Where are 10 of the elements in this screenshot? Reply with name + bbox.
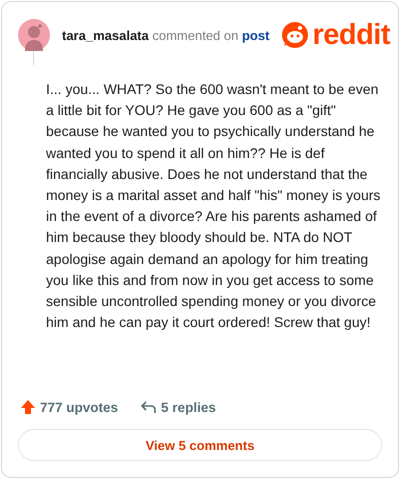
reddit-logo: reddit [312,20,390,50]
reddit-mascot-icon [281,21,310,49]
upvote-icon[interactable] [20,399,36,415]
upvote-count: 777 upvotes [40,400,118,414]
avatar-icon [18,19,50,51]
comment-text: I... you... WHAT? So the 600 wasn't meant to be even a little bit for YOU? He gave you 600 as a "gift" because he wanted you to psychically understand he wanted you to spend it all on him?? He is def financially abusive. Does he not understand that the money is a marital asset and half "his" money is yours in the event of a divorce? Are his parents ashamed of him because they bloody should be. NTA do NOT apologise again demand an apology for him treating you like this and from now in you get access to some sensible uncontrolled spending money or you divorce him and he can pay it court ordered! Screw that guy! [46,80,382,332]
view-comments-button[interactable]: View 5 comments [18,429,382,461]
reply-count: 5 replies [161,400,216,414]
comment-attribution: tara_masalata commented on post [62,28,270,42]
reply-icon[interactable] [140,400,158,414]
